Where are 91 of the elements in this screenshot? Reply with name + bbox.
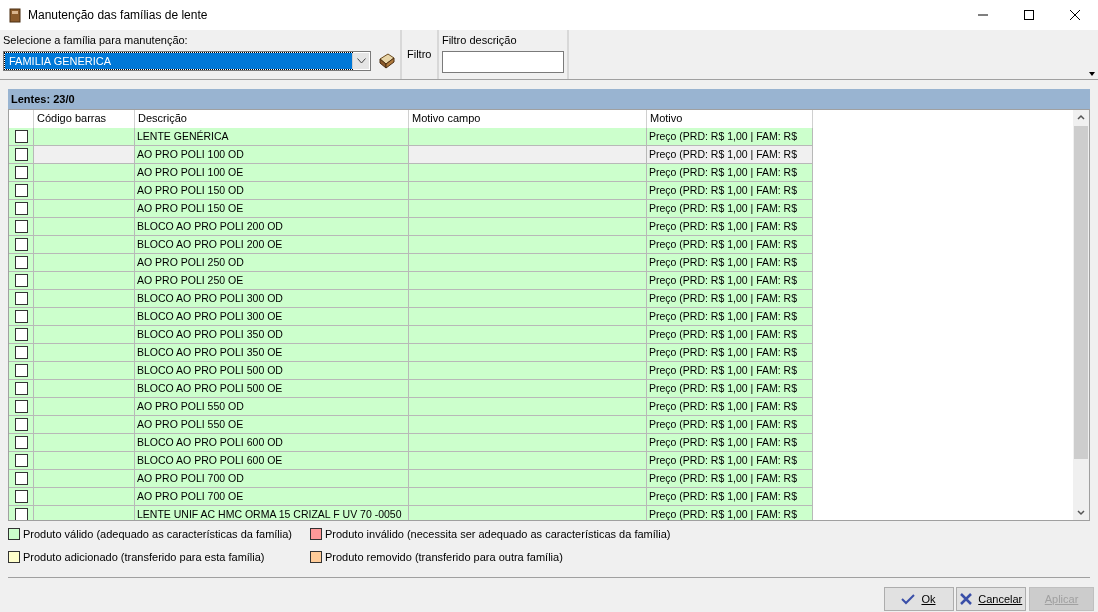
table-cell: AO PRO POLI 100 OD <box>135 146 409 164</box>
scrollbar-thumb[interactable] <box>1074 126 1088 459</box>
table-cell: Preço (PRD: R$ 1,00 | FAM: R$ <box>647 326 813 344</box>
table-cell: AO PRO POLI 550 OE <box>135 416 409 434</box>
row-checkbox[interactable] <box>15 148 28 161</box>
table-cell: Preço (PRD: R$ 1,00 | FAM: R$ <box>647 200 813 218</box>
row-checkbox[interactable] <box>15 166 28 179</box>
legend-label: Produto válido (adequado as características da família) <box>23 527 293 542</box>
row-checkbox[interactable] <box>15 418 28 431</box>
table-cell: Preço (PRD: R$ 1,00 | FAM: R$ <box>647 146 813 164</box>
legend-label: Produto removido (transferido para outra família) <box>325 549 563 565</box>
table-cell: BLOCO AO PRO POLI 200 OE <box>135 236 409 254</box>
field-label: Selecione a família para manutenção: <box>3 33 189 48</box>
table-cell: AO PRO POLI 100 OE <box>135 164 409 182</box>
row-checkbox[interactable] <box>15 202 28 215</box>
row-checkbox[interactable] <box>15 328 28 341</box>
table-cell: Preço (PRD: R$ 1,00 | FAM: R$ <box>647 182 813 200</box>
close-icon <box>960 593 973 605</box>
table-cell: BLOCO AO PRO POLI 600 OE <box>135 452 409 470</box>
table-cell: BLOCO AO PRO POLI 300 OE <box>135 308 409 326</box>
table-cell: Preço (PRD: R$ 1,00 | FAM: R$ <box>647 344 813 362</box>
row-checkbox[interactable] <box>15 346 28 359</box>
filter-label: Filtro <box>407 47 432 63</box>
table-cell: Preço (PRD: R$ 1,00 | FAM: R$ <box>647 380 813 398</box>
table-cell: BLOCO AO PRO POLI 500 OE <box>135 380 409 398</box>
column-header[interactable]: Motivo campo <box>409 110 647 128</box>
close-icon <box>1070 10 1080 20</box>
row-checkbox[interactable] <box>15 238 28 251</box>
table-cell: Preço (PRD: R$ 1,00 | FAM: R$ <box>647 398 813 416</box>
table-cell: Preço (PRD: R$ 1,00 | FAM: R$ <box>647 470 813 488</box>
column-header[interactable]: Motivo <box>647 110 813 128</box>
table-cell: Preço (PRD: R$ 1,00 | FAM: R$ <box>647 416 813 434</box>
row-checkbox[interactable] <box>15 436 28 449</box>
table-cell: Preço (PRD: R$ 1,00 | FAM: R$ <box>647 218 813 236</box>
table-cell: BLOCO AO PRO POLI 350 OD <box>135 326 409 344</box>
row-checkbox[interactable] <box>15 454 28 467</box>
legend-label: Produto adicionado (transferido para esta família) <box>23 549 265 565</box>
row-checkbox[interactable] <box>15 256 28 269</box>
chevron-down-icon <box>356 58 366 65</box>
table-cell: AO PRO POLI 250 OE <box>135 272 409 290</box>
table-cell: Preço (PRD: R$ 1,00 | FAM: R$ <box>647 506 813 520</box>
checkmark-icon <box>901 593 916 605</box>
dropdown-arrow-icon[interactable] <box>1089 72 1096 77</box>
table-cell: BLOCO AO PRO POLI 200 OD <box>135 218 409 236</box>
table-cell: BLOCO AO PRO POLI 500 OD <box>135 362 409 380</box>
table-cell: Preço (PRD: R$ 1,00 | FAM: R$ <box>647 290 813 308</box>
table-cell: Preço (PRD: R$ 1,00 | FAM: R$ <box>647 362 813 380</box>
table-cell: Preço (PRD: R$ 1,00 | FAM: R$ <box>647 254 813 272</box>
table-cell: BLOCO AO PRO POLI 350 OE <box>135 344 409 362</box>
row-checkbox[interactable] <box>15 364 28 377</box>
ok-button[interactable]: Ok <box>883 587 954 611</box>
row-checkbox[interactable] <box>15 292 28 305</box>
cancel-button[interactable]: Cancelar <box>956 587 1027 611</box>
row-checkbox[interactable] <box>15 400 28 413</box>
table-cell: Preço (PRD: R$ 1,00 | FAM: R$ <box>647 236 813 254</box>
table-cell: AO PRO POLI 250 OD <box>135 254 409 272</box>
maximize-icon <box>1024 10 1034 20</box>
table-cell: Preço (PRD: R$ 1,00 | FAM: R$ <box>647 164 813 182</box>
table-cell: AO PRO POLI 550 OD <box>135 398 409 416</box>
column-header[interactable]: Descrição <box>135 110 409 128</box>
table-cell: Preço (PRD: R$ 1,00 | FAM: R$ <box>647 434 813 452</box>
vertical-scrollbar[interactable] <box>1073 110 1089 520</box>
table-cell: LENTE UNIF AC HMC ORMA 15 CRIZAL F UV 70 -0050 <box>135 506 409 520</box>
table-cell: Preço (PRD: R$ 1,00 | FAM: R$ <box>647 452 813 470</box>
legend-label: Produto inválido (necessita ser adequado as características da família) <box>325 527 671 542</box>
table-cell: Preço (PRD: R$ 1,00 | FAM: R$ <box>647 488 813 506</box>
table-cell: Preço (PRD: R$ 1,00 | FAM: R$ <box>647 272 813 290</box>
table-cell: BLOCO AO PRO POLI 300 OD <box>135 290 409 308</box>
table-cell: LENTE GENÉRICA <box>135 128 409 146</box>
row-checkbox[interactable] <box>15 472 28 485</box>
row-checkbox[interactable] <box>15 220 28 233</box>
row-checkbox[interactable] <box>15 382 28 395</box>
column-header[interactable]: Código barras <box>34 110 135 128</box>
row-checkbox[interactable] <box>15 130 28 143</box>
grid-title-bar: Lentes: 23/0 <box>8 89 1090 109</box>
table-cell: BLOCO AO PRO POLI 600 OD <box>135 434 409 452</box>
row-checkbox[interactable] <box>15 490 28 503</box>
table-cell: AO PRO POLI 700 OD <box>135 470 409 488</box>
row-checkbox[interactable] <box>15 508 28 520</box>
family-dropdown[interactable]: FAMILIA GENERICA <box>3 51 371 72</box>
table-cell: Preço (PRD: R$ 1,00 | FAM: R$ <box>647 308 813 326</box>
window-title: Manutenção das famílias de lente <box>28 7 209 24</box>
row-checkbox[interactable] <box>15 184 28 197</box>
row-checkbox[interactable] <box>15 310 28 323</box>
row-checkbox[interactable] <box>15 274 28 287</box>
table-cell: AO PRO POLI 700 OE <box>135 488 409 506</box>
field-label: Filtro descrição <box>441 33 518 48</box>
filter-input-field[interactable] <box>441 51 564 74</box>
table-cell: Preço (PRD: R$ 1,00 | FAM: R$ <box>647 128 813 146</box>
table-cell: AO PRO POLI 150 OD <box>135 182 409 200</box>
table-cell: AO PRO POLI 150 OE <box>135 200 409 218</box>
